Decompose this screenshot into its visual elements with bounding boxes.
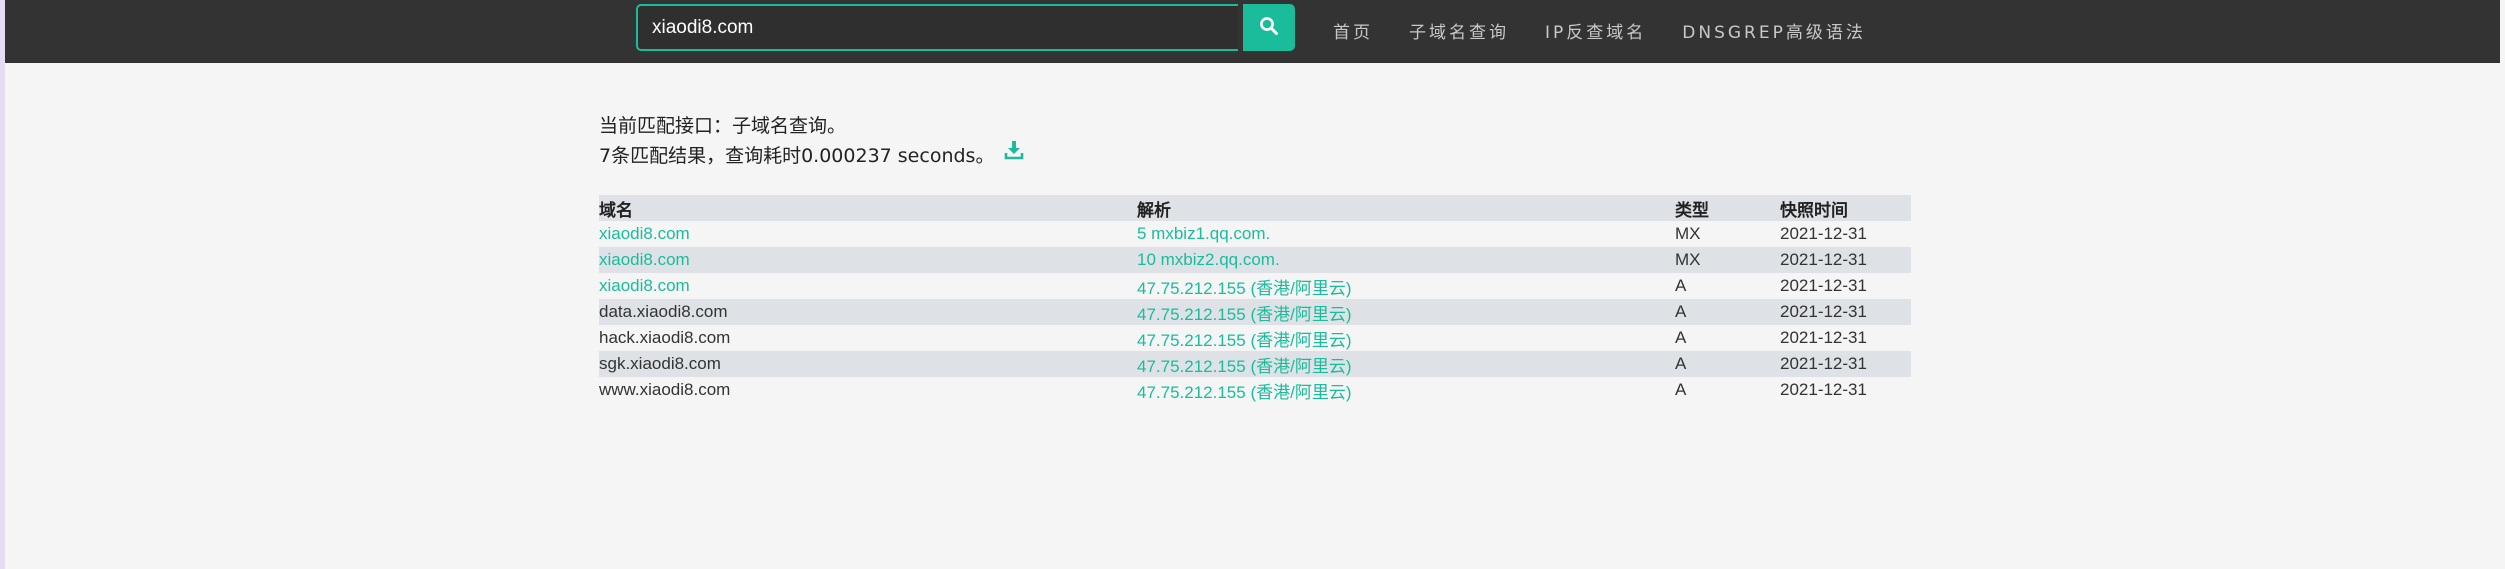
- table-header-row: 域名 解析 类型 快照时间: [599, 195, 1911, 221]
- resolve-link[interactable]: 47.75.212.155 (香港/阿里云): [1137, 357, 1351, 376]
- resolve-cell: 10 mxbiz2.qq.com.: [1137, 247, 1675, 273]
- nav-link-dnsgrep-syntax[interactable]: DNSGREP高级语法: [1682, 18, 1866, 43]
- table-row: sgk.xiaodi8.com 47.75.212.155 (香港/阿里云) A…: [599, 351, 1911, 377]
- domain-cell: hack.xiaodi8.com: [599, 325, 1137, 351]
- header-snapshot-time[interactable]: 快照时间: [1780, 195, 1911, 221]
- resolve-link[interactable]: 47.75.212.155 (香港/阿里云): [1137, 279, 1351, 298]
- type-cell: MX: [1675, 221, 1780, 247]
- resolve-cell: 47.75.212.155 (香港/阿里云): [1137, 273, 1675, 299]
- result-summary-text: 7条匹配结果，查询耗时0.000237 seconds。: [599, 145, 995, 167]
- search-button[interactable]: [1243, 4, 1295, 51]
- interface-line: 当前匹配接口：子域名查询。: [599, 115, 847, 137]
- type-cell: A: [1675, 273, 1780, 299]
- table-row: xiaodi8.com 10 mxbiz2.qq.com. MX 2021-12…: [599, 247, 1911, 273]
- time-cell: 2021-12-31: [1780, 247, 1911, 273]
- resolve-cell: 47.75.212.155 (香港/阿里云): [1137, 325, 1675, 351]
- resolve-link[interactable]: 47.75.212.155 (香港/阿里云): [1137, 383, 1351, 402]
- time-cell: 2021-12-31: [1780, 377, 1911, 403]
- type-cell: A: [1675, 351, 1780, 377]
- table-row: hack.xiaodi8.com 47.75.212.155 (香港/阿里云) …: [599, 325, 1911, 351]
- domain-cell: data.xiaodi8.com: [599, 299, 1137, 325]
- type-cell: MX: [1675, 247, 1780, 273]
- resolve-cell: 47.75.212.155 (香港/阿里云): [1137, 351, 1675, 377]
- domain-cell: xiaodi8.com: [599, 247, 1137, 273]
- domain-link[interactable]: xiaodi8.com: [599, 224, 690, 243]
- time-cell: 2021-12-31: [1780, 325, 1911, 351]
- search-input[interactable]: [636, 4, 1238, 51]
- resolve-cell: 47.75.212.155 (香港/阿里云): [1137, 377, 1675, 403]
- time-cell: 2021-12-31: [1780, 351, 1911, 377]
- type-cell: A: [1675, 299, 1780, 325]
- resolve-link[interactable]: 5 mxbiz1.qq.com.: [1137, 224, 1270, 243]
- resolve-link[interactable]: 47.75.212.155 (香港/阿里云): [1137, 305, 1351, 324]
- top-navbar: 首页 子域名查询 IP反查域名 DNSGREP高级语法: [5, 0, 2500, 63]
- results-table: 域名 解析 类型 快照时间 xiaodi8.com 5 mxbiz1.qq.co…: [599, 195, 1911, 403]
- nav-link-subdomain-query[interactable]: 子域名查询: [1409, 18, 1509, 43]
- domain-link[interactable]: xiaodi8.com: [599, 250, 690, 269]
- result-summary-line: 7条匹配结果，查询耗时0.000237 seconds。: [599, 139, 1024, 171]
- resolve-cell: 47.75.212.155 (香港/阿里云): [1137, 299, 1675, 325]
- domain-cell: sgk.xiaodi8.com: [599, 351, 1137, 377]
- domain-link[interactable]: xiaodi8.com: [599, 276, 690, 295]
- nav-link-home[interactable]: 首页: [1333, 18, 1373, 43]
- header-resolve[interactable]: 解析: [1137, 195, 1675, 221]
- resolve-link[interactable]: 10 mxbiz2.qq.com.: [1137, 250, 1280, 269]
- search-icon: [1259, 16, 1279, 40]
- table-row: xiaodi8.com 5 mxbiz1.qq.com. MX 2021-12-…: [599, 221, 1911, 247]
- type-cell: A: [1675, 377, 1780, 403]
- download-icon[interactable]: [1004, 139, 1024, 169]
- domain-cell: www.xiaodi8.com: [599, 377, 1137, 403]
- query-info: 当前匹配接口：子域名查询。 7条匹配结果，查询耗时0.000237 second…: [599, 111, 1024, 171]
- window-left-edge: [0, 0, 5, 569]
- domain-cell: xiaodi8.com: [599, 273, 1137, 299]
- nav-link-ip-reverse[interactable]: IP反查域名: [1545, 18, 1646, 43]
- type-cell: A: [1675, 325, 1780, 351]
- table-row: data.xiaodi8.com 47.75.212.155 (香港/阿里云) …: [599, 299, 1911, 325]
- resolve-cell: 5 mxbiz1.qq.com.: [1137, 221, 1675, 247]
- header-domain[interactable]: 域名: [599, 195, 1137, 221]
- search-group: [636, 4, 1296, 55]
- time-cell: 2021-12-31: [1780, 221, 1911, 247]
- time-cell: 2021-12-31: [1780, 273, 1911, 299]
- nav-links: 首页 子域名查询 IP反查域名 DNSGREP高级语法: [1333, 0, 1902, 60]
- table-row: www.xiaodi8.com 47.75.212.155 (香港/阿里云) A…: [599, 377, 1911, 403]
- header-type[interactable]: 类型: [1675, 195, 1780, 221]
- domain-cell: xiaodi8.com: [599, 221, 1137, 247]
- time-cell: 2021-12-31: [1780, 299, 1911, 325]
- resolve-link[interactable]: 47.75.212.155 (香港/阿里云): [1137, 331, 1351, 350]
- table-row: xiaodi8.com 47.75.212.155 (香港/阿里云) A 202…: [599, 273, 1911, 299]
